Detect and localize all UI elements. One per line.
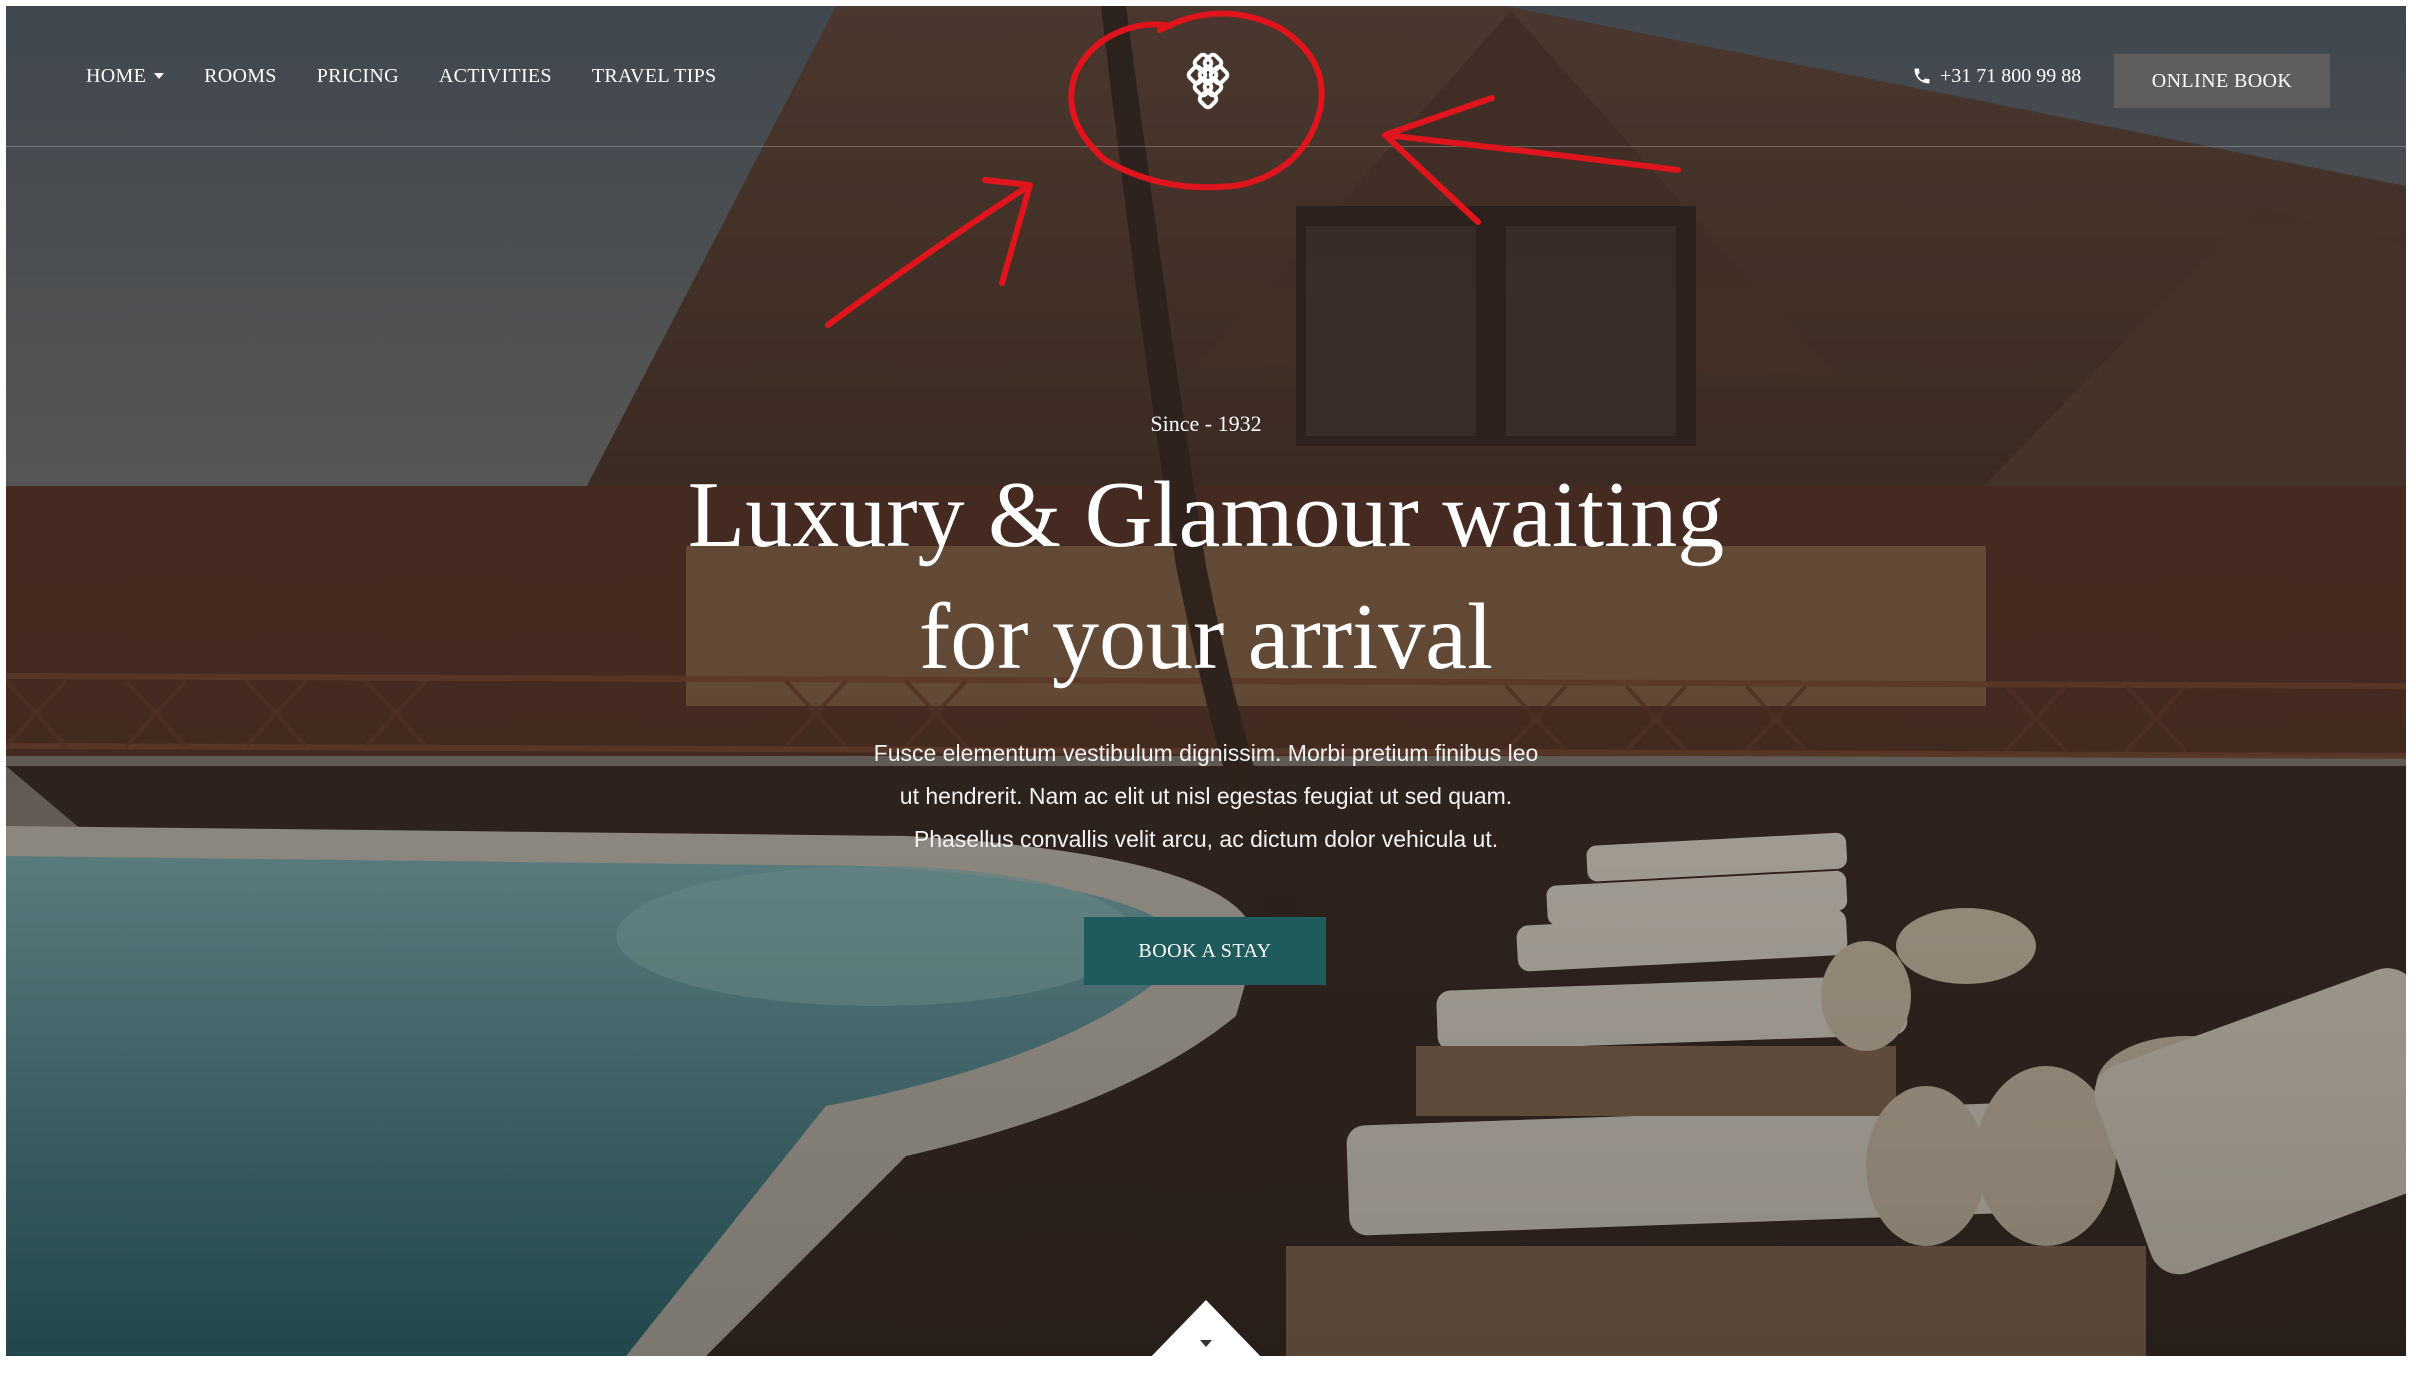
nav-item-activities[interactable]: ACTIVITIES	[439, 65, 552, 88]
nav-item-pricing[interactable]: PRICING	[317, 65, 399, 88]
top-navigation: HOME ROOMS PRICING ACTIVITIES TRAVEL TIP…	[6, 6, 2406, 147]
phone-number: +31 71 800 99 88	[1940, 64, 2082, 87]
hero-description-line-3: Phasellus convallis velit arcu, ac dictu…	[913, 826, 1499, 852]
hero-section: HOME ROOMS PRICING ACTIVITIES TRAVEL TIP…	[6, 6, 2406, 1356]
hero-description-line-2: ut hendrerit. Nam ac elit ut nisl egesta…	[899, 783, 1513, 809]
hero-eyebrow: Since - 1932	[1150, 411, 1262, 436]
nav-item-home-label: HOME	[86, 64, 147, 87]
main-menu: HOME ROOMS PRICING ACTIVITIES TRAVEL TIP…	[86, 6, 716, 146]
hero-description-line-1: Fusce elementum vestibulum dignissim. Mo…	[873, 740, 1539, 766]
nav-item-travel-tips-label: TRAVEL TIPS	[591, 64, 717, 87]
endless-knot-icon[interactable]	[1182, 50, 1234, 110]
nav-item-home[interactable]: HOME	[86, 64, 165, 88]
nav-item-rooms-label: ROOMS	[204, 64, 277, 87]
scroll-down-button[interactable]	[1146, 1300, 1266, 1356]
nav-item-pricing-label: PRICING	[316, 64, 399, 87]
hero-headline: Luxury & Glamour waiting for your arriva…	[6, 454, 2406, 698]
phone-contact[interactable]: +31 71 800 99 88	[1912, 6, 2081, 146]
nav-item-activities-label: ACTIVITIES	[438, 64, 552, 87]
hero-headline-line-1: Luxury & Glamour waiting	[687, 463, 1725, 567]
book-a-stay-button[interactable]: BOOK A STAY	[1084, 917, 1326, 985]
online-book-button[interactable]: ONLINE BOOK	[2114, 54, 2330, 108]
caret-down-icon	[154, 73, 165, 79]
hero-description: Fusce elementum vestibulum dignissim. Mo…	[6, 732, 2406, 861]
nav-item-travel-tips[interactable]: TRAVEL TIPS	[592, 65, 717, 88]
hero-headline-line-2: for your arrival	[918, 585, 1494, 689]
phone-icon	[1914, 68, 1930, 84]
nav-item-rooms[interactable]: ROOMS	[204, 65, 277, 88]
